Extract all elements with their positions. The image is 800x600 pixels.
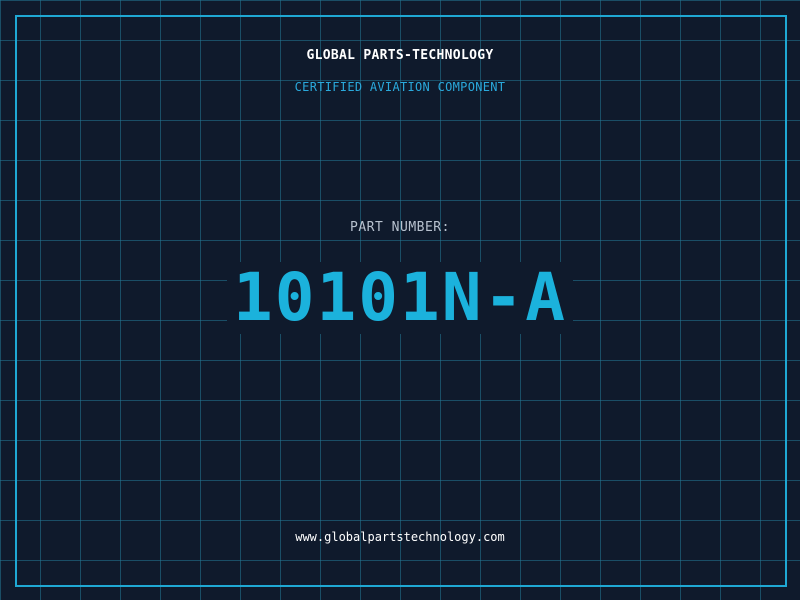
part-number-label: PART NUMBER: [350, 220, 450, 235]
part-number-value: 10101N-A [227, 262, 573, 334]
certification-tagline: CERTIFIED AVIATION COMPONENT [294, 80, 506, 94]
part-label-card: GLOBAL PARTS-TECHNOLOGY CERTIFIED AVIATI… [0, 0, 800, 600]
company-name: GLOBAL PARTS-TECHNOLOGY [306, 48, 494, 63]
website-url: www.globalpartstechnology.com [295, 530, 505, 544]
part-number-container: 10101N-A [0, 262, 800, 334]
